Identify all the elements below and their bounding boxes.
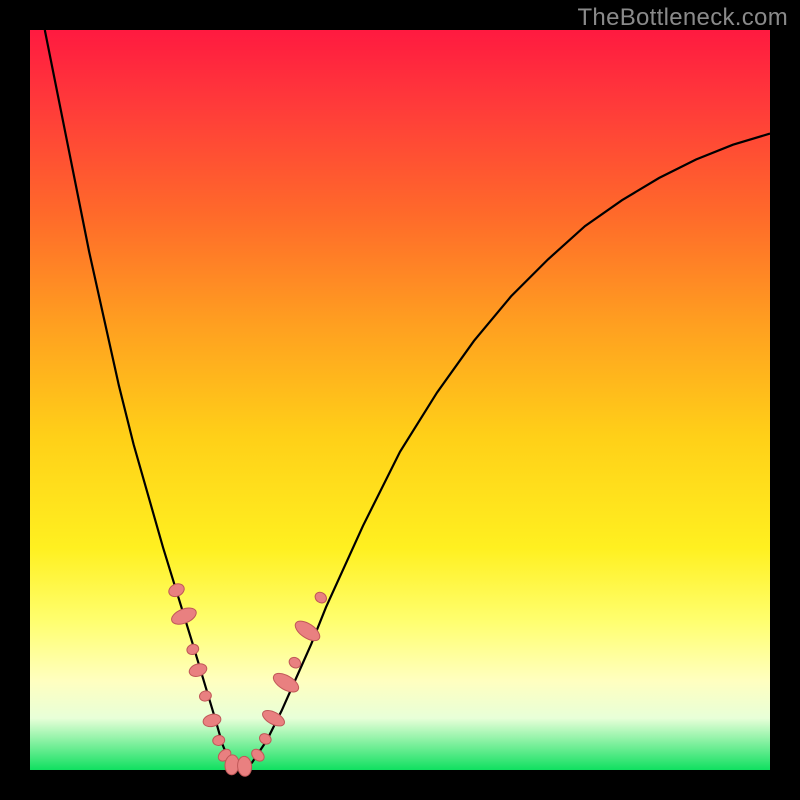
bottleneck-curve [45,30,770,770]
bead [167,581,186,598]
curve-layer [30,30,770,770]
bead [202,712,222,728]
bead [292,617,323,644]
plot-area [30,30,770,770]
bead [237,756,253,777]
bead [270,670,301,696]
bead [188,662,209,679]
bead [185,643,200,657]
chart-frame: TheBottleneck.com [0,0,800,800]
watermark-text: TheBottleneck.com [577,4,788,32]
curve-beads [167,581,329,776]
bead [313,590,329,605]
bead [169,605,198,628]
